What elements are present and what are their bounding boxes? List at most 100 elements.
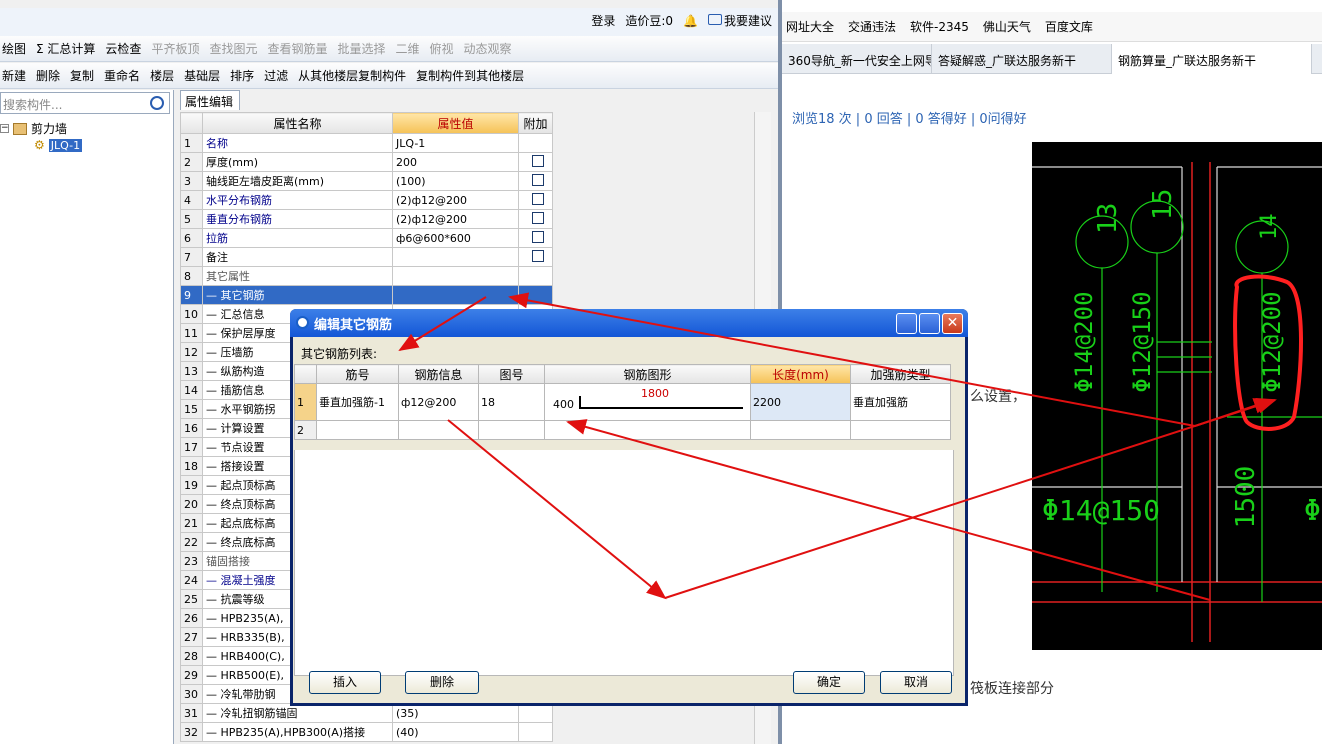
maximize-button[interactable] xyxy=(919,313,940,334)
ok-button[interactable]: 确定 xyxy=(793,671,865,694)
search-icon[interactable] xyxy=(150,96,164,110)
close-button[interactable]: ✕ xyxy=(942,313,963,334)
extra-checkbox[interactable] xyxy=(532,211,544,224)
row-number: 31 xyxy=(180,703,203,723)
property-row[interactable]: 7 备注 xyxy=(180,247,553,267)
cad-label: 14 xyxy=(1257,214,1282,241)
rebar-row[interactable]: 1 垂直加强筋-1 ф12@200 18 400 1800 2200 垂直加强筋 xyxy=(294,383,951,421)
toolbar-button[interactable]: 从其他楼层复制构件 xyxy=(298,67,406,84)
bookmark-item[interactable]: 百度文库 xyxy=(1045,18,1093,35)
dialog-title: 编辑其它钢筋 ✕ xyxy=(290,309,968,337)
property-row[interactable]: 2 厚度(mm) 200 xyxy=(180,152,553,172)
property-row[interactable]: 6 拉筋 ф6@600*600 xyxy=(180,228,553,248)
rebar-name-cell[interactable] xyxy=(316,420,399,440)
rebar-name-cell[interactable]: 垂直加强筋-1 xyxy=(316,383,399,421)
toolbar-button[interactable]: 动态观察 xyxy=(464,40,512,57)
toolbar-button[interactable]: 新建 xyxy=(2,67,26,84)
property-value[interactable]: JLQ-1 xyxy=(392,133,519,153)
toolbar-button[interactable]: 平齐板顶 xyxy=(151,40,199,57)
tree-item-jlq1[interactable]: ⚙ JLQ-1 xyxy=(34,138,83,152)
toolbar-button[interactable]: 查找图元 xyxy=(209,40,257,57)
property-name: 名称 xyxy=(202,133,393,153)
rebar-shape-cell[interactable]: 400 1800 xyxy=(544,383,751,421)
tree-root[interactable]: − 剪力墙 xyxy=(0,120,67,137)
length-cell[interactable] xyxy=(750,420,851,440)
property-row[interactable]: 8 其它属性 xyxy=(180,266,553,286)
property-value[interactable]: (40) xyxy=(392,722,519,742)
extra-checkbox[interactable] xyxy=(532,249,544,262)
property-value[interactable] xyxy=(392,247,519,267)
reinforcement-type-cell[interactable] xyxy=(850,420,951,440)
figure-number-cell[interactable]: 18 xyxy=(478,383,545,421)
extra-checkbox[interactable] xyxy=(532,154,544,167)
toolbar-button[interactable]: 查看钢筋量 xyxy=(267,40,327,57)
toolbar-button[interactable]: 删除 xyxy=(36,67,60,84)
other-rebar-table: 筋号 钢筋信息 图号 钢筋图形 长度(mm) 加强筋类型 1 垂直加强筋-1 ф12@200 1… xyxy=(294,364,951,440)
row-number-header xyxy=(294,364,317,384)
rebar-info-cell[interactable]: ф12@200 xyxy=(398,383,479,421)
length-cell[interactable]: 2200 xyxy=(750,383,851,421)
property-row[interactable]: 32— HPB235(A),HPB300(A)搭接 (40) xyxy=(180,722,553,742)
bookmark-item[interactable]: 佛山天气 xyxy=(983,18,1031,35)
property-value[interactable]: ф6@600*600 xyxy=(392,228,519,248)
property-value[interactable] xyxy=(392,266,519,286)
cancel-button[interactable]: 取消 xyxy=(880,671,952,694)
browser-tab[interactable]: 360导航_新一代安全上网导 xyxy=(782,44,932,74)
suggest-link[interactable]: 我要建议 xyxy=(707,12,772,29)
property-row[interactable]: 9— 其它钢筋 xyxy=(180,285,553,305)
toolbar-button[interactable]: 云检查 xyxy=(105,40,141,57)
toolbar-button[interactable]: Σ 汇总计算 xyxy=(36,40,95,57)
property-row[interactable]: 4 水平分布钢筋 (2)ф12@200 xyxy=(180,190,553,210)
property-row[interactable]: 1 名称 JLQ-1 xyxy=(180,133,553,153)
toolbar-button[interactable]: 基础层 xyxy=(184,67,220,84)
property-row[interactable]: 3 轴线距左墙皮距离(mm) (100) xyxy=(180,171,553,191)
row-number: 29 xyxy=(180,665,203,685)
bell-icon[interactable]: 🔔 xyxy=(683,14,698,28)
cad-label: 13 xyxy=(1093,203,1123,234)
bookmark-item[interactable]: 网址大全 xyxy=(786,18,834,35)
property-row[interactable]: 31— 冷轧扭钢筋锚固 (35) xyxy=(180,703,553,723)
property-value[interactable]: (100) xyxy=(392,171,519,191)
rebar-info-cell[interactable] xyxy=(398,420,479,440)
cad-label: Φ xyxy=(1304,494,1321,527)
delete-button[interactable]: 删除 xyxy=(405,671,479,694)
toolbar-button[interactable]: 复制构件到其他楼层 xyxy=(416,67,524,84)
extra-checkbox[interactable] xyxy=(532,192,544,205)
extra-checkbox[interactable] xyxy=(532,173,544,186)
property-value[interactable]: 200 xyxy=(392,152,519,172)
collapse-icon[interactable]: − xyxy=(0,124,9,133)
toolbar-button[interactable]: 排序 xyxy=(230,67,254,84)
property-value[interactable]: (2)ф12@200 xyxy=(392,209,519,229)
toolbar-button[interactable]: 批量选择 xyxy=(337,40,385,57)
property-value[interactable]: (2)ф12@200 xyxy=(392,190,519,210)
component-search-input[interactable]: 搜索构件... xyxy=(0,92,170,114)
property-value[interactable]: (35) xyxy=(392,703,519,723)
extra-checkbox[interactable] xyxy=(532,230,544,243)
toolbar-button[interactable]: 重命名 xyxy=(104,67,140,84)
toolbar-button[interactable]: 绘图 xyxy=(2,40,26,57)
insert-button[interactable]: 插入 xyxy=(309,671,381,694)
property-name: — 其它钢筋 xyxy=(202,285,393,305)
dialog-title-text: 编辑其它钢筋 xyxy=(314,318,393,333)
login-link[interactable]: 登录 xyxy=(591,12,615,29)
rebar-row[interactable]: 2 xyxy=(294,420,951,440)
browser-tab[interactable]: 答疑解惑_广联达服务新干 xyxy=(932,44,1112,74)
property-value[interactable] xyxy=(392,285,519,305)
bookmark-item[interactable]: 交通违法 xyxy=(848,18,896,35)
property-name: 厚度(mm) xyxy=(202,152,393,172)
toolbar-button[interactable]: 楼层 xyxy=(150,67,174,84)
bookmark-item[interactable]: 软件-2345 xyxy=(910,18,969,35)
reinforcement-type-cell[interactable]: 垂直加强筋 xyxy=(850,383,951,421)
property-row[interactable]: 5 垂直分布钢筋 (2)ф12@200 xyxy=(180,209,553,229)
toolbar-button[interactable]: 过滤 xyxy=(264,67,288,84)
minimize-button[interactable] xyxy=(896,313,917,334)
row-number: 30 xyxy=(180,684,203,704)
tab-property-edit[interactable]: 属性编辑 xyxy=(180,90,240,110)
browser-tab[interactable]: 钢筋算量_广联达服务新干 xyxy=(1112,44,1312,74)
rebar-shape-cell[interactable] xyxy=(544,420,751,440)
toolbar-button[interactable]: 复制 xyxy=(70,67,94,84)
toolbar-button[interactable]: 二维 xyxy=(396,40,420,57)
toolbar-button[interactable]: 俯视 xyxy=(430,40,454,57)
figure-number-cell[interactable] xyxy=(478,420,545,440)
row-number-header xyxy=(180,112,203,134)
